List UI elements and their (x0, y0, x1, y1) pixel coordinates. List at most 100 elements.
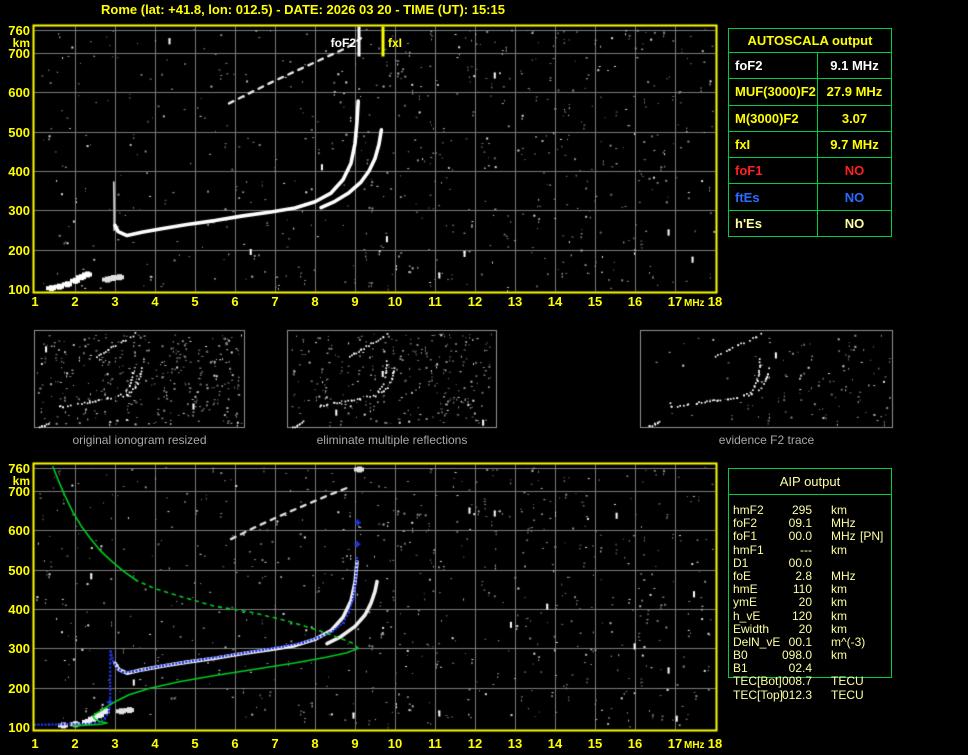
aip-row-value: 09.1 (788, 516, 812, 531)
aip-row-label: Ewidth (733, 621, 770, 636)
autoscala-output-table: AUTOSCALA output foF2 9.1 MHz MUF(3000)F2 2… (728, 28, 892, 237)
aip-row: foF1 00.0 MHz [PN] (728, 530, 890, 543)
aip-row: ymE 20 km (728, 596, 890, 609)
x-tick-label: 3 (111, 294, 119, 309)
x-tick-label: 4 (151, 294, 159, 309)
x-tick-label: 15 (587, 294, 603, 309)
autoscala-row-label: foF2 (729, 53, 818, 79)
y-tick-label: 600 (8, 85, 30, 101)
x-tick-label: 10 (387, 294, 403, 309)
autoscala-row: h'Es NO (729, 210, 891, 236)
aip-table-rows: hmF2 295 km foF2 09.1 MHz foF1 00.0 MHz [PN] hmF1 -… (728, 504, 890, 702)
aip-row-unit: km (831, 621, 847, 636)
x-tick-label: 18 (707, 294, 723, 309)
aip-row-unit: MHz (831, 529, 856, 544)
aip-row-value: 2.8 (795, 568, 812, 583)
aip-row-label: hmF2 (733, 503, 764, 517)
thumbnail-caption-eliminate: eliminate multiple reflections (316, 433, 468, 447)
aip-row-value: 098.0 (781, 648, 812, 663)
thumbnail-caption-evidence: evidence F2 trace (718, 433, 815, 447)
x-tick-label: 2 (71, 294, 79, 309)
autoscala-row-value: 9.7 MHz (830, 136, 879, 152)
x-tick-label: 7 (271, 736, 279, 751)
aip-row-label: hmE (733, 582, 758, 597)
autoscala-row-label: foF1 (729, 158, 818, 184)
aip-row: TEC[Top] 012.3 TECU (728, 687, 890, 702)
autoscala-row-value: 3.07 (841, 110, 868, 126)
aip-row-extra: [PN] (860, 529, 884, 544)
y-tick-label: 500 (8, 124, 30, 140)
x-tick-label: 5 (191, 294, 199, 309)
x-tick-label: 6 (231, 736, 239, 751)
aip-row-unit: MHz (831, 568, 856, 583)
aip-row-value: 00.1 (788, 634, 812, 649)
aip-row-unit: km (831, 503, 847, 517)
x-tick-label: 8 (311, 736, 319, 751)
autoscala-row-value: NO (844, 215, 865, 231)
x-tick-label: 12 (467, 294, 483, 309)
autoscala-row-value: 9.1 MHz (830, 58, 879, 74)
x-tick-label: 11 (428, 736, 442, 751)
x-tick-label: 2 (71, 736, 79, 751)
aip-row-unit: m^(-3) (831, 634, 866, 649)
y-tick-label: 100 (8, 720, 30, 735)
autoscala-table-title: AUTOSCALA output (729, 29, 891, 53)
autoscala-row-value: NO (844, 163, 865, 179)
y-tick-label: 200 (8, 680, 30, 696)
aip-row-label: foE (733, 568, 752, 583)
aip-row: TEC[Bot] 008.7 TECU (728, 675, 890, 688)
y-tick-label: 600 (8, 523, 30, 539)
autoscala-row-label: M(3000)F2 (729, 105, 818, 131)
x-tick-label: 15 (587, 736, 603, 751)
aip-row-label: foF2 (733, 516, 758, 531)
aip-row-value: 120 (791, 608, 812, 623)
y-tick-label: 100 (8, 282, 30, 297)
x-tick-label: 16 (627, 736, 643, 751)
page-title: Rome (lat: +41.8, lon: 012.5) - DATE: 20… (101, 2, 505, 17)
x-tick-label: 12 (467, 736, 483, 751)
x-tick-label: 14 (547, 736, 563, 751)
aip-row-label: ymE (733, 595, 757, 610)
x-tick-label: 8 (311, 294, 319, 309)
x-tick-label: 7 (271, 294, 279, 309)
aip-row-unit: km (831, 648, 847, 663)
autoscala-row: fxI 9.7 MHz (729, 131, 891, 159)
aip-row-value: 012.3 (781, 687, 812, 702)
aip-row-label: foF1 (733, 529, 758, 544)
aip-row-value: 02.4 (788, 661, 812, 676)
x-tick-label: 6 (231, 294, 239, 309)
autoscala-row-label: h'Es (729, 210, 818, 236)
autoscala-row-label: fxI (729, 131, 818, 158)
aip-row-value: 295 (791, 503, 812, 517)
aip-row-value: --- (800, 542, 812, 557)
x-tick-label: 13 (507, 294, 523, 309)
x-tick-label: 3 (111, 736, 119, 751)
autoscala-row: ftEs NO (729, 184, 891, 211)
aip-row-label: D1 (733, 555, 749, 570)
x-tick-label: 14 (547, 294, 563, 309)
aip-row-label: h_vE (733, 608, 761, 623)
aip-row-value: 20 (798, 621, 812, 636)
aip-row-unit: TECU (831, 687, 864, 702)
aip-row-value: 110 (792, 582, 812, 597)
y-tick-label: 300 (8, 203, 30, 219)
aip-row-unit: MHz (831, 516, 856, 531)
autoscala-row-label: ftEs (729, 184, 818, 210)
thumbnail-caption-original: original ionogram resized (72, 433, 207, 447)
aip-row-unit: km (831, 582, 847, 597)
autoscala-row: MUF(3000)F2 27.9 MHz (729, 79, 891, 106)
y-axis-unit-label: km (12, 36, 30, 50)
aip-row-value: 00.0 (788, 555, 812, 570)
aip-table-title: AIP output (729, 469, 891, 495)
x-tick-label: 9 (351, 294, 359, 309)
y-tick-label: 300 (8, 641, 30, 657)
aip-row-value: 00.0 (788, 529, 812, 544)
aip-row-unit: km (831, 608, 847, 623)
autoscala-row-value: NO (844, 189, 865, 205)
aip-row: hmF1 --- km (728, 542, 890, 557)
x-axis-unit-label: MHz (684, 740, 705, 751)
autoscala-app-window: { "title": "Rome (lat: +41.8, lon: 012.5… (0, 0, 968, 755)
aip-row: D1 00.0 (728, 555, 890, 570)
fxi-marker-label: fxI (388, 36, 403, 50)
aip-row-label: B1 (733, 661, 748, 676)
